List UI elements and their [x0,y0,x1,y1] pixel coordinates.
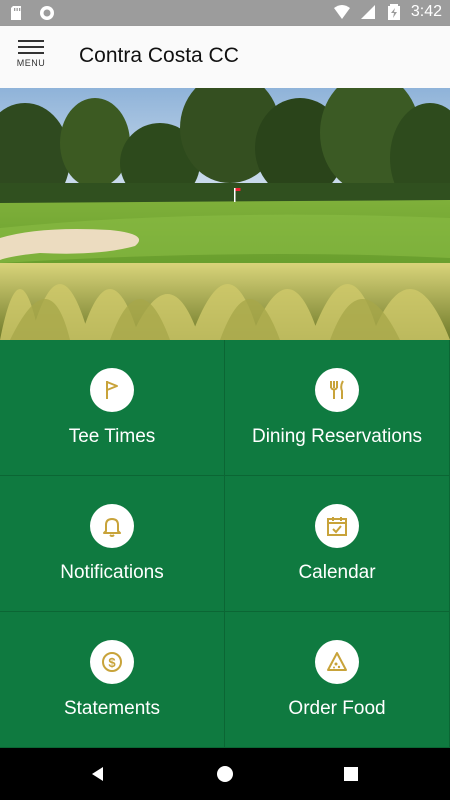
recents-square-icon [344,767,358,781]
app-title: Contra Costa CC [79,44,239,67]
tile-label: Statements [63,698,161,719]
back-button[interactable] [86,762,110,786]
tile-label: Order Food [288,698,386,719]
sd-card-icon [11,6,21,20]
battery-icon [387,4,400,20]
tile-icon-circle: $ [90,640,134,684]
hero-image [0,88,450,340]
hamburger-icon [18,38,44,56]
record-icon [40,6,54,20]
tile-icon-circle [90,368,134,412]
tile-label: Dining Reservations [251,426,423,447]
menu-button[interactable]: MENU [10,38,52,78]
bell-icon [103,518,121,537]
flag-icon [106,381,118,399]
tile-notifications[interactable]: Notifications [0,476,225,612]
navigation-bar [0,748,450,800]
clock-time: 3:42 [410,3,442,20]
tile-tee-times[interactable]: Tee Times [0,340,225,476]
wifi-icon [333,5,350,19]
tile-label: Notifications [60,562,164,583]
menu-label: MENU [16,58,46,68]
status-bar: 3:42 [0,0,450,26]
utensils-icon [330,380,344,399]
tile-calendar[interactable]: Calendar [225,476,450,612]
tile-icon-circle [315,504,359,548]
menu-grid: Tee Times Dining Reservations Notificati… [0,340,450,748]
tile-dining-reservations[interactable]: Dining Reservations [225,340,450,476]
home-button[interactable] [213,762,237,786]
tile-label: Tee Times [68,426,156,447]
tile-icon-circle [90,504,134,548]
tile-statements[interactable]: $ Statements [0,612,225,748]
pizza-icon [327,652,347,671]
svg-text:$: $ [108,655,116,670]
tile-icon-circle [315,368,359,412]
signal-icon [360,5,375,19]
tile-order-food[interactable]: Order Food [225,612,450,748]
dollar-icon: $ [102,652,122,672]
back-triangle-icon [92,767,103,781]
tile-icon-circle [315,640,359,684]
app-bar: MENU Contra Costa CC [0,26,450,88]
calendar-icon [327,517,347,536]
recents-button[interactable] [339,762,363,786]
golf-course-image [0,88,450,340]
tile-label: Calendar [298,562,376,583]
home-circle-icon [217,766,233,782]
